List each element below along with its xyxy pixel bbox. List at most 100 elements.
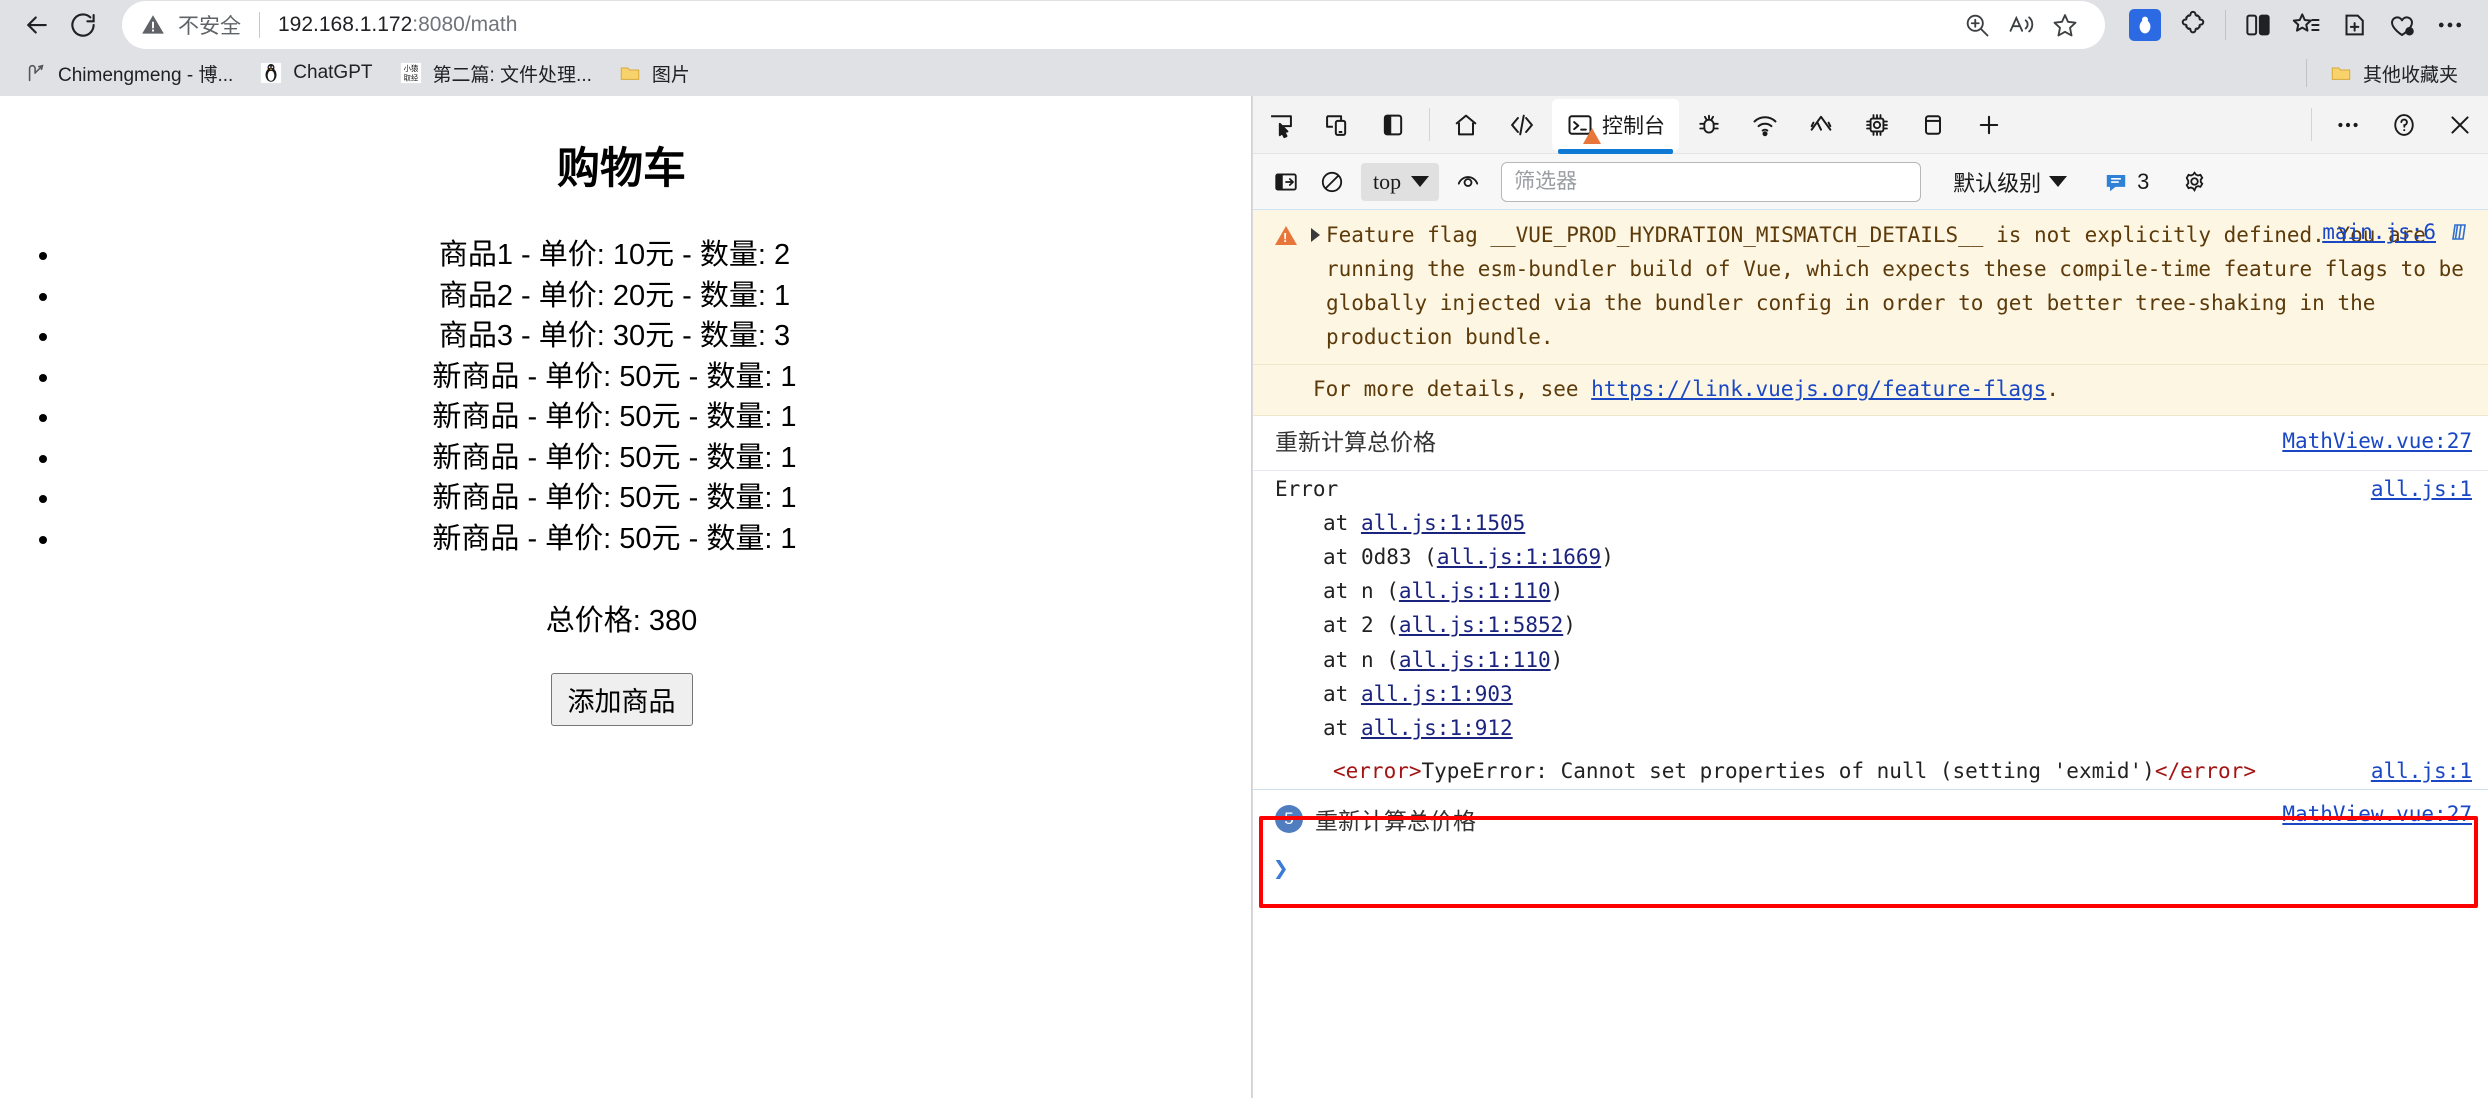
collections-button[interactable] xyxy=(2330,1,2378,49)
folder-glyph-icon xyxy=(2331,67,2351,80)
add-favorite-button[interactable] xyxy=(2043,3,2087,47)
feature-flags-link[interactable]: https://link.vuejs.org/feature-flags xyxy=(1591,377,2046,401)
xml-body-text: TypeError: Cannot set properties of null… xyxy=(1421,759,2155,784)
bookmark-item-article[interactable]: 小猿 取经 第二篇: 文件处理... xyxy=(389,55,602,91)
elements-tab-icon[interactable] xyxy=(1496,99,1548,151)
console-message-error[interactable]: Error all.js:1 at all.js:1:1505 at 0d83 … xyxy=(1253,471,2488,754)
other-favorites-area: 其他收藏夹 xyxy=(2294,55,2474,91)
bookmark-item-other-favorites[interactable]: 其他收藏夹 xyxy=(2319,55,2468,91)
url-text: 192.168.1.172:8080/math xyxy=(278,13,517,37)
stack-link[interactable]: all.js:1:5852 xyxy=(1399,613,1563,637)
browser-actions xyxy=(2121,1,2474,49)
folder-icon xyxy=(2329,61,2353,85)
browser-essentials-button[interactable] xyxy=(2378,1,2426,49)
console-prompt[interactable]: ❯ xyxy=(1253,848,2488,894)
memory-tab-icon[interactable] xyxy=(1851,99,1903,151)
stack-link[interactable]: all.js:1:1669 xyxy=(1437,545,1601,569)
console-filter-input[interactable] xyxy=(1501,161,1922,202)
xml-source-link[interactable]: all.js:1 xyxy=(2371,759,2472,783)
extensions-button[interactable] xyxy=(2169,1,2217,49)
cart-item-text: 新商品 - 单价: 50元 - 数量: 1 xyxy=(432,522,797,555)
live-expression-button[interactable] xyxy=(1445,159,1491,205)
zoom-icon[interactable] xyxy=(1955,3,1999,47)
welcome-tab-icon[interactable] xyxy=(1440,99,1492,151)
cart-item-text: 新商品 - 单价: 50元 - 数量: 1 xyxy=(432,441,797,474)
stack-link[interactable]: all.js:1:110 xyxy=(1399,648,1551,672)
console-message-grouped-log[interactable]: 5 重新计算总价格 MathView.vue:27 xyxy=(1253,789,2488,848)
devtools-tabbar-spacer xyxy=(2017,96,2303,153)
chevron-down-icon xyxy=(1411,176,1430,187)
page-title: 购物车 xyxy=(557,145,686,193)
expand-arrow-icon[interactable] xyxy=(1311,228,1320,242)
issues-counter[interactable]: 3 xyxy=(2097,162,2155,202)
inspect-cursor-icon xyxy=(1271,114,1292,138)
devtools-help-button[interactable] xyxy=(2378,99,2430,151)
log-source-link[interactable]: MathView.vue:27 xyxy=(2282,425,2472,458)
list-item: 新商品 - 单价: 50元 - 数量: 1 xyxy=(62,479,1243,518)
console-sidebar-toggle[interactable] xyxy=(1263,159,1309,205)
performance-tab-icon[interactable] xyxy=(1795,99,1847,151)
grouped-log-source-link[interactable]: MathView.vue:27 xyxy=(2282,802,2472,826)
stack-link[interactable]: all.js:1:912 xyxy=(1361,716,1513,740)
bookmark-label: 图片 xyxy=(651,64,690,86)
settings-and-more-button[interactable] xyxy=(2426,1,2474,49)
console-message-list[interactable]: Feature flag __VUE_PROD_HYDRATION_MISMAT… xyxy=(1253,210,2488,1098)
log-level-label: 默认级别 xyxy=(1953,170,2042,196)
network-tab-icon[interactable] xyxy=(1739,99,1791,151)
split-screen-button[interactable] xyxy=(2234,1,2282,49)
xml-close-tag: </error> xyxy=(2154,759,2256,784)
favorites-button[interactable] xyxy=(2282,1,2330,49)
clear-console-button[interactable] xyxy=(1309,159,1355,205)
console-message-warning[interactable]: Feature flag __VUE_PROD_HYDRATION_MISMAT… xyxy=(1253,210,2488,366)
reload-icon xyxy=(71,13,95,37)
bookmark-item-blog[interactable]: Chimengmeng - 博... xyxy=(14,55,243,91)
bookmark-label: ChatGPT xyxy=(293,62,373,83)
stack-link[interactable]: all.js:1:110 xyxy=(1399,579,1551,603)
dock-side-icon[interactable] xyxy=(1367,99,1419,151)
console-message-xml-error[interactable]: <error>TypeError: Cannot set properties … xyxy=(1253,753,2488,789)
execution-context-selector[interactable]: top xyxy=(1361,162,1440,201)
gauge-icon xyxy=(1810,115,1832,131)
device-toolbar-icon[interactable] xyxy=(1311,99,1363,151)
tab-console[interactable]: 控制台 xyxy=(1552,98,1679,154)
console-warning-badge-icon xyxy=(1583,127,1601,144)
stack-prefix: at xyxy=(1323,613,1361,638)
browser-window: 不安全 192.168.1.172:8080/math Chimengmeng … xyxy=(0,0,2488,1098)
inspect-element-icon[interactable] xyxy=(1255,99,1307,151)
grouped-log-text: 重新计算总价格 xyxy=(1315,809,1476,835)
copilot-icon xyxy=(2129,9,2161,41)
read-aloud-button[interactable] xyxy=(1999,3,2043,47)
storage-database-icon xyxy=(1925,114,1941,135)
stack-trace-icon[interactable] xyxy=(2448,220,2472,248)
application-tab-icon[interactable] xyxy=(1907,99,1959,151)
stack-fn-name: 2 xyxy=(1360,613,1387,638)
gear-icon xyxy=(2185,171,2204,192)
url-path: :8080/math xyxy=(412,13,518,36)
address-bar[interactable]: 不安全 192.168.1.172:8080/math xyxy=(122,1,2105,49)
penguin-glyph-icon xyxy=(261,62,282,84)
reload-button[interactable] xyxy=(60,2,106,48)
more-details-suffix: . xyxy=(2046,377,2059,402)
more-tabs-button[interactable] xyxy=(1963,99,2015,151)
copilot-button[interactable] xyxy=(2121,1,2169,49)
stack-prefix: at xyxy=(1323,647,1361,672)
log-level-selector[interactable]: 默认级别 xyxy=(1945,162,2075,202)
back-button[interactable] xyxy=(14,2,60,48)
bookmark-item-chatgpt[interactable]: ChatGPT xyxy=(249,55,382,91)
stack-link[interactable]: all.js:1:903 xyxy=(1361,682,1513,706)
layers-icon xyxy=(2452,224,2466,240)
warning-source-link[interactable]: main.js:6 xyxy=(2322,220,2436,244)
console-message-log[interactable]: 重新计算总价格 MathView.vue:27 xyxy=(1253,416,2488,471)
folder-icon xyxy=(618,61,642,85)
bug-icon xyxy=(1699,114,1719,134)
stack-link[interactable]: all.js:1:1505 xyxy=(1361,511,1525,535)
error-source-link[interactable]: all.js:1 xyxy=(2371,478,2472,500)
console-settings-button[interactable] xyxy=(2171,159,2217,205)
bookmark-item-images[interactable]: 图片 xyxy=(608,55,700,91)
ellipsis-icon xyxy=(2438,22,2462,28)
close-devtools-button[interactable] xyxy=(2434,99,2486,151)
sources-tab-icon[interactable] xyxy=(1683,99,1735,151)
page-devtools-divider[interactable] xyxy=(1243,96,1252,1098)
customize-devtools-button[interactable] xyxy=(2322,99,2374,151)
add-item-button[interactable]: 添加商品 xyxy=(550,672,693,726)
